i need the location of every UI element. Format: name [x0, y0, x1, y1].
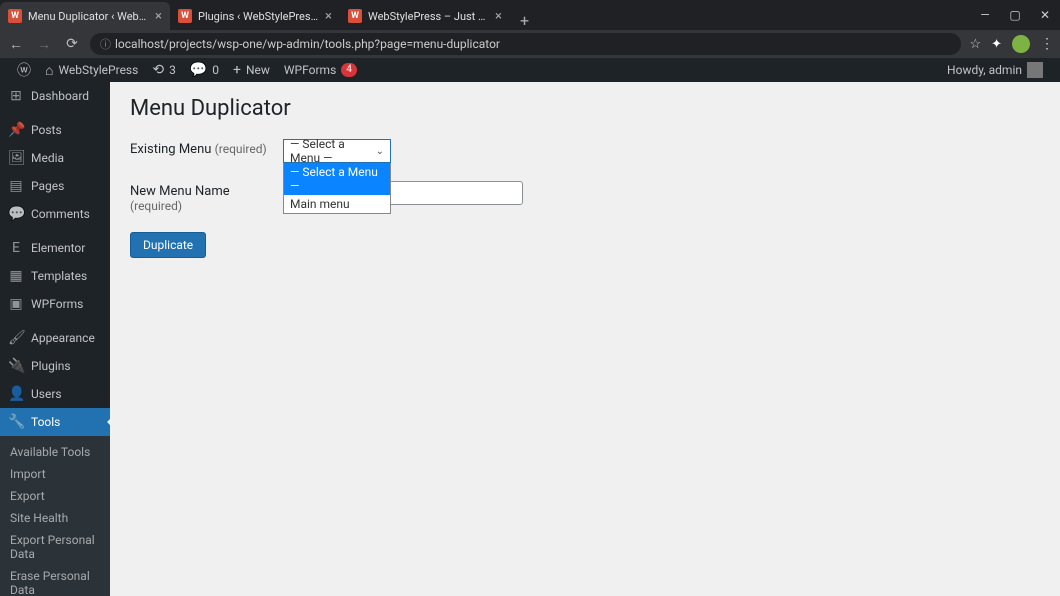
close-icon[interactable]: ×: [495, 9, 502, 24]
forward-button[interactable]: →: [34, 36, 54, 53]
sidebar-item-wpforms[interactable]: ▣WPForms: [0, 290, 110, 318]
submenu-import[interactable]: Import: [0, 463, 110, 485]
sidebar-item-posts[interactable]: 📌Posts: [0, 116, 110, 144]
comments-count: 0: [212, 63, 219, 77]
updates-link[interactable]: ⟲3: [145, 62, 182, 78]
bookmark-icon[interactable]: ☆: [969, 37, 981, 52]
site-name: WebStylePress: [58, 63, 138, 77]
wpforms-badge: 4: [341, 63, 357, 77]
page-icon: ▤: [8, 178, 24, 194]
sidebar-item-dashboard[interactable]: ⊞Dashboard: [0, 82, 110, 110]
select-dropdown: — Select a Menu — Main menu: [283, 163, 391, 214]
wp-logo[interactable]: ⓦ: [10, 60, 38, 80]
user-icon: 👤: [8, 386, 24, 402]
tools-submenu: Available Tools Import Export Site Healt…: [0, 436, 110, 596]
comments-link[interactable]: 💬0: [183, 62, 226, 78]
browser-tab-strip: W Menu Duplicator ‹ WebStylePres… × W Pl…: [0, 0, 1060, 30]
browser-tab-2[interactable]: W Plugins ‹ WebStylePress — Word… ×: [170, 2, 340, 30]
sidebar-item-pages[interactable]: ▤Pages: [0, 172, 110, 200]
elementor-icon: E: [8, 240, 24, 256]
sidebar-item-appearance[interactable]: 🖌Appearance: [0, 324, 110, 352]
updates-count: 3: [169, 63, 176, 77]
address-bar: ← → ⟳ ⓘ localhost/projects/wsp-one/wp-ad…: [0, 30, 1060, 58]
window-controls: — ▢ ✕: [970, 0, 1060, 30]
submenu-export[interactable]: Export: [0, 485, 110, 507]
option-main-menu[interactable]: Main menu: [284, 195, 390, 213]
browser-tab-1[interactable]: W Menu Duplicator ‹ WebStylePres… ×: [0, 2, 170, 30]
extensions-icon[interactable]: ✦: [991, 37, 1002, 52]
sidebar-item-comments[interactable]: 💬Comments: [0, 200, 110, 228]
browser-tab-3[interactable]: W WebStylePress – Just another W… ×: [340, 2, 510, 30]
close-icon[interactable]: ×: [155, 9, 162, 24]
minimize-button[interactable]: —: [970, 0, 1000, 30]
brush-icon: 🖌: [8, 330, 24, 346]
option-placeholder[interactable]: — Select a Menu —: [284, 163, 390, 195]
account-link[interactable]: Howdy, admin: [940, 62, 1050, 78]
new-content-link[interactable]: + New: [226, 62, 277, 78]
howdy-text: Howdy, admin: [947, 63, 1022, 77]
tab-title: WebStylePress – Just another W…: [368, 10, 489, 23]
plugin-icon: 🔌: [8, 358, 24, 374]
wpforms-label: WPForms: [284, 63, 336, 77]
page-title: Menu Duplicator: [130, 96, 1040, 121]
reload-button[interactable]: ⟳: [62, 36, 82, 52]
site-link[interactable]: ⌂ WebStylePress: [38, 62, 145, 79]
submenu-export-personal[interactable]: Export Personal Data: [0, 529, 110, 565]
sidebar-item-plugins[interactable]: 🔌Plugins: [0, 352, 110, 380]
sidebar-item-templates[interactable]: ▦Templates: [0, 262, 110, 290]
close-icon[interactable]: ×: [325, 9, 332, 24]
wpforms-icon: ▣: [8, 296, 24, 312]
template-icon: ▦: [8, 268, 24, 284]
favicon-icon: W: [348, 9, 362, 23]
tab-title: Menu Duplicator ‹ WebStylePres…: [28, 10, 149, 23]
url-input[interactable]: ⓘ localhost/projects/wsp-one/wp-admin/to…: [90, 33, 961, 55]
sidebar-item-elementor[interactable]: EElementor: [0, 234, 110, 262]
pin-icon: 📌: [8, 122, 24, 138]
favicon-icon: W: [178, 9, 192, 23]
chevron-down-icon: ⌄: [376, 146, 384, 157]
new-menu-row: New Menu Name (required): [130, 181, 1040, 214]
new-menu-label: New Menu Name (required): [130, 181, 283, 214]
select-value: — Select a Menu —: [290, 137, 376, 165]
wp-admin-bar: ⓦ ⌂WebStylePress ⟲3 💬0 +New WPForms4 How…: [0, 58, 1060, 82]
plus-icon: +: [233, 62, 241, 78]
close-button[interactable]: ✕: [1030, 0, 1060, 30]
existing-menu-select[interactable]: — Select a Menu — ⌄: [283, 139, 391, 163]
wpforms-link[interactable]: WPForms 4: [277, 63, 364, 77]
submenu-available-tools[interactable]: Available Tools: [0, 441, 110, 463]
url-text: localhost/projects/wsp-one/wp-admin/tool…: [115, 37, 500, 51]
submenu-site-health[interactable]: Site Health: [0, 507, 110, 529]
admin-sidebar: ⊞Dashboard 📌Posts 🖼Media ▤Pages 💬Comment…: [0, 82, 110, 596]
main-content: Menu Duplicator Existing Menu (required)…: [110, 82, 1060, 596]
tab-title: Plugins ‹ WebStylePress — Word…: [198, 10, 319, 23]
existing-menu-label: Existing Menu (required): [130, 139, 283, 157]
wrench-icon: 🔧: [8, 414, 24, 430]
sidebar-item-users[interactable]: 👤Users: [0, 380, 110, 408]
comment-icon: 💬: [190, 62, 207, 78]
profile-avatar[interactable]: [1012, 35, 1030, 53]
wordpress-icon: ⓦ: [17, 60, 31, 80]
home-icon: ⌂: [45, 62, 53, 79]
browser-menu-icon[interactable]: ⋮: [1040, 36, 1054, 52]
avatar-icon: [1027, 62, 1043, 78]
new-label: New: [246, 63, 270, 77]
sidebar-item-tools[interactable]: 🔧Tools: [0, 408, 110, 436]
favicon-icon: W: [8, 9, 22, 23]
new-tab-button[interactable]: +: [510, 11, 539, 30]
existing-menu-row: Existing Menu (required) — Select a Menu…: [130, 139, 1040, 163]
refresh-icon: ⟲: [152, 62, 164, 78]
sidebar-item-media[interactable]: 🖼Media: [0, 144, 110, 172]
dashboard-icon: ⊞: [8, 88, 24, 104]
submenu-erase-personal[interactable]: Erase Personal Data: [0, 565, 110, 596]
back-button[interactable]: ←: [6, 36, 26, 53]
comment-icon: 💬: [8, 206, 24, 222]
maximize-button[interactable]: ▢: [1000, 0, 1030, 30]
site-info-icon: ⓘ: [100, 36, 111, 52]
media-icon: 🖼: [8, 150, 24, 166]
duplicate-button[interactable]: Duplicate: [130, 232, 206, 258]
